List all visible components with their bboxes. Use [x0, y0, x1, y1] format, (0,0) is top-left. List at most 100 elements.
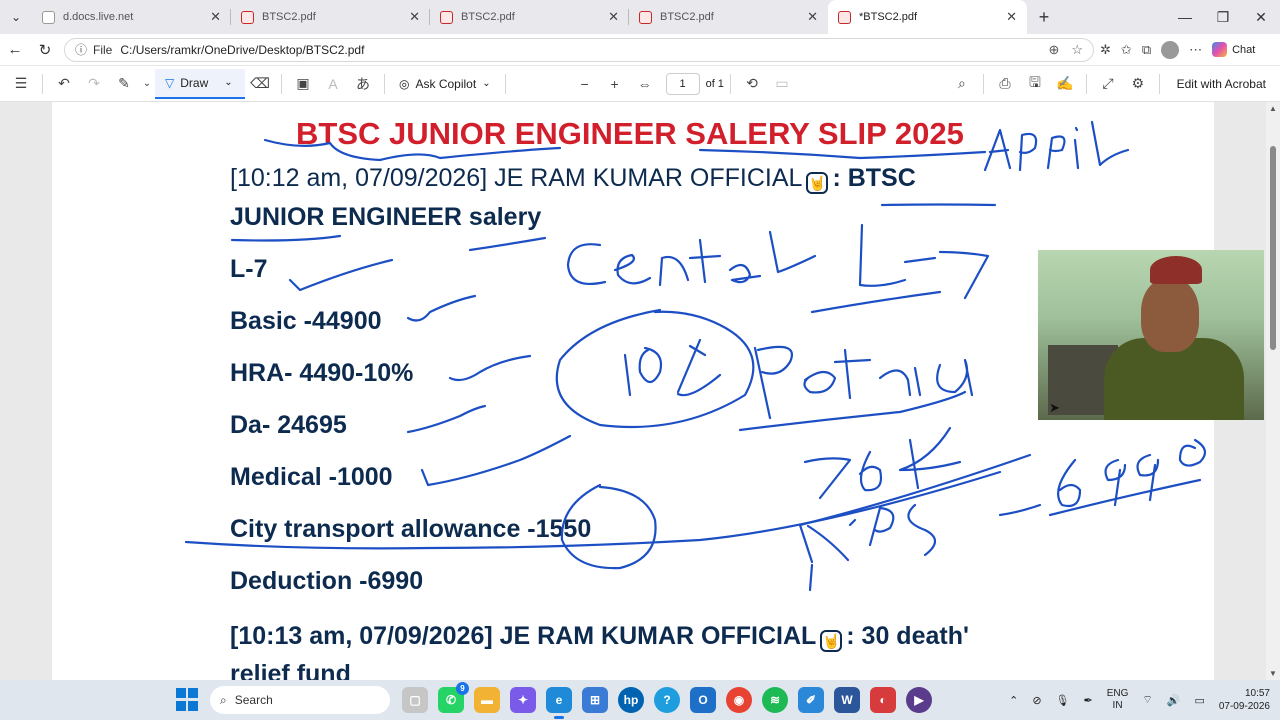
back-arrow-icon[interactable]: ← [0, 41, 30, 58]
save-as-icon[interactable]: ✍ [1050, 75, 1080, 92]
rotate-icon[interactable]: ⟲ [737, 75, 767, 92]
edge-browser-icon[interactable]: e [546, 687, 572, 719]
ask-copilot-button[interactable]: ◎ Ask Copilot ⌄ [391, 77, 499, 91]
microphone-icon[interactable]: 🎙 [1056, 694, 1070, 707]
battery-icon[interactable]: ▭ [1194, 694, 1204, 707]
msg2-continuation: relief fund [230, 660, 351, 680]
close-tab-icon[interactable]: ✕ [1006, 9, 1017, 25]
close-tab-icon[interactable]: ✕ [807, 9, 818, 25]
close-window-icon[interactable]: ✕ [1242, 9, 1280, 26]
collections-icon[interactable]: ⧉ [1142, 42, 1151, 58]
system-tray: ⌃ ⊘ 🎙 ✒ ENG IN ⌔ 🔊 ▭ 10:57 07-09-2026 [1009, 687, 1270, 713]
scroll-thumb[interactable] [1270, 146, 1276, 350]
item-da: Da- 24695 [230, 411, 347, 439]
search-icon[interactable]: ⌕ [947, 75, 977, 92]
address-field[interactable]: ⓘ File C:/Users/ramkr/OneDrive/Desktop/B… [64, 37, 1094, 62]
highlight-dropdown-chevron-icon[interactable]: ⌄ [139, 78, 155, 89]
msg2-prefix: [10:13 am, 07/09/2026] JE RAM KUMAR OFFI… [230, 622, 817, 650]
highlight-icon[interactable]: ✎ [109, 75, 139, 92]
read-aloud-icon[interactable]: A [318, 76, 348, 92]
info-icon[interactable]: ⓘ [75, 41, 87, 58]
draw-chevron-icon[interactable]: ⌄ [224, 77, 232, 88]
item-level: L-7 [230, 255, 268, 283]
translate-icon[interactable]: あ [348, 74, 378, 94]
show-hidden-icons-chevron-icon[interactable]: ⌃ [1009, 694, 1018, 707]
outlook-icon[interactable]: O [690, 687, 716, 713]
scrollbar[interactable]: ▲ ▼ [1266, 102, 1280, 680]
tab-4-active[interactable]: *BTSC2.pdf ✕ [828, 0, 1027, 34]
new-tab-icon[interactable]: + [1027, 7, 1061, 28]
zoom-out-icon[interactable]: − [570, 76, 600, 92]
page-number-input[interactable]: 1 [665, 72, 700, 95]
tab-3[interactable]: BTSC2.pdf ✕ [629, 0, 828, 34]
windows-start-icon[interactable] [176, 688, 200, 712]
page-view-icon[interactable]: ▭ [767, 75, 797, 92]
fullscreen-icon[interactable]: ⤢ [1093, 75, 1123, 92]
minimize-icon[interactable]: — [1166, 9, 1204, 26]
tab-actions-chevron-icon[interactable]: ⌄ [0, 0, 32, 34]
print-icon[interactable]: ⎙ [990, 75, 1020, 92]
redo-icon[interactable]: ↷ [79, 75, 109, 92]
help-icon[interactable]: ? [654, 687, 680, 713]
region-code: IN [1112, 700, 1123, 711]
hp-icon[interactable]: hp [618, 687, 644, 713]
copilot-app-icon[interactable]: ✦ [510, 687, 536, 713]
contents-list-icon[interactable]: ☰ [6, 75, 36, 92]
clock[interactable]: 10:57 07-09-2026 [1219, 687, 1270, 713]
chrome-icon[interactable]: ◉ [726, 687, 752, 713]
favorites-icon[interactable]: ✩ [1121, 42, 1132, 58]
settings-gear-icon[interactable]: ⚙ [1123, 75, 1153, 92]
recorder-icon[interactable]: ◐ [870, 687, 896, 713]
paint-icon[interactable]: ✐ [798, 687, 824, 713]
file-explorer-icon[interactable]: ▬ [474, 687, 500, 713]
taskbar-search-box[interactable]: ⌕ Search [210, 686, 390, 714]
item-medical: Medical -1000 [230, 463, 393, 491]
pdf-favicon-icon [440, 10, 453, 24]
extensions-icon[interactable]: ✲ [1100, 42, 1111, 58]
chat-button[interactable]: Chat [1212, 42, 1255, 57]
window-controls: — ❐ ✕ [1166, 9, 1280, 26]
language-indicator[interactable]: ENG IN [1107, 688, 1129, 712]
fit-page-icon[interactable]: ⇔ [630, 76, 660, 92]
zoom-icon[interactable]: ⊕ [1048, 42, 1059, 58]
edit-with-acrobat-button[interactable]: Edit with Acrobat [1177, 77, 1266, 91]
item-deduction: Deduction -6990 [230, 567, 424, 595]
draw-button[interactable]: ▽ Draw ⌄ [155, 68, 245, 99]
divider [504, 73, 506, 94]
close-tab-icon[interactable]: ✕ [608, 9, 619, 25]
tab-2[interactable]: BTSC2.pdf ✕ [430, 0, 629, 34]
tab-1[interactable]: BTSC2.pdf ✕ [231, 0, 430, 34]
scroll-down-arrow-icon[interactable]: ▼ [1269, 669, 1277, 678]
save-icon[interactable]: 🖫 [1020, 72, 1050, 96]
scroll-up-arrow-icon[interactable]: ▲ [1269, 104, 1277, 113]
favorite-star-icon[interactable]: ☆ [1071, 42, 1083, 58]
tab-label: BTSC2.pdf [461, 11, 515, 23]
url-text[interactable]: C:/Users/ramkr/OneDrive/Desktop/BTSC2.pd… [120, 43, 1048, 57]
more-menu-icon[interactable]: ⋯ [1189, 42, 1202, 58]
tab-bar: ⌄ d.docs.live.net ✕ BTSC2.pdf ✕ BTSC2.pd… [0, 0, 1280, 34]
word-icon[interactable]: W [834, 687, 860, 713]
profile-avatar[interactable] [1161, 40, 1180, 59]
undo-icon[interactable]: ↶ [49, 75, 79, 92]
close-tab-icon[interactable]: ✕ [409, 9, 420, 25]
erase-icon[interactable]: ⌫ [245, 75, 275, 92]
draw-pen-icon: ▽ [165, 75, 175, 90]
task-view-icon[interactable]: ▢ [402, 687, 428, 713]
close-tab-icon[interactable]: ✕ [210, 9, 221, 25]
item-city-transport: City transport allowance -1550 [230, 515, 592, 543]
restore-icon[interactable]: ❐ [1204, 9, 1242, 26]
tab-0[interactable]: d.docs.live.net ✕ [32, 0, 231, 34]
spotify-icon[interactable]: ≋ [762, 687, 788, 713]
pen-icon[interactable]: ✒ [1084, 694, 1093, 707]
whatsapp-icon[interactable]: ✆ 9 [438, 682, 469, 713]
wifi-icon[interactable]: ⌔ [1142, 693, 1152, 707]
microsoft-store-icon[interactable]: ⊞ [582, 687, 608, 713]
item-basic: Basic -44900 [230, 307, 382, 335]
reload-icon[interactable]: ↻ [30, 41, 60, 59]
volume-icon[interactable]: 🔊 [1167, 694, 1181, 707]
media-player-icon[interactable]: ▶ [906, 687, 932, 713]
text-box-icon[interactable]: ▣ [288, 75, 318, 92]
pdf-favicon-icon [639, 10, 652, 24]
zoom-in-icon[interactable]: + [600, 76, 630, 92]
camera-off-icon[interactable]: ⊘ [1032, 694, 1041, 707]
